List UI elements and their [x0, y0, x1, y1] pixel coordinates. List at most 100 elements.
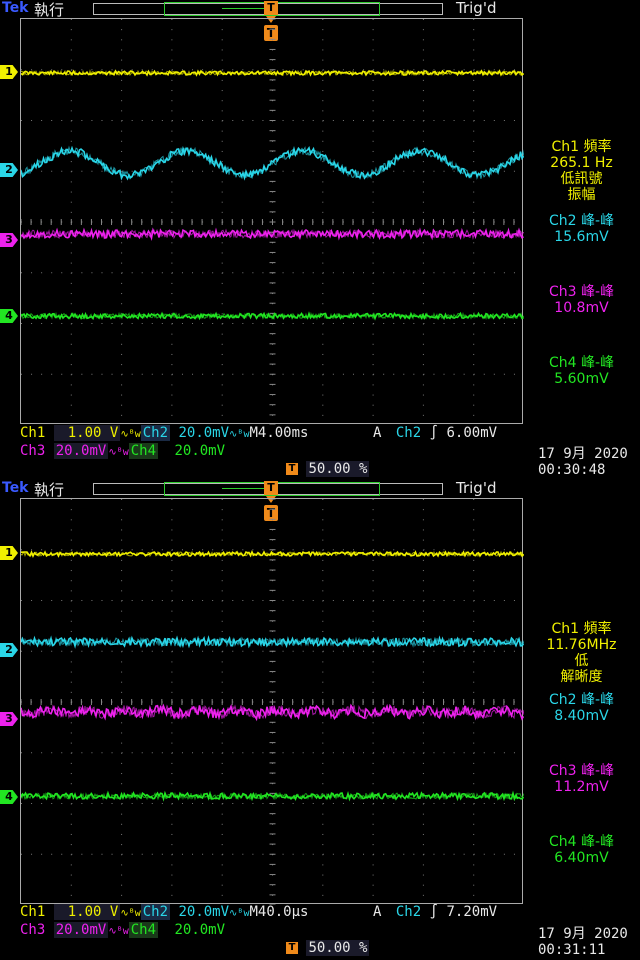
grid-dot: [473, 884, 475, 886]
grid-dot: [322, 509, 324, 511]
trigger-info: A Ch2 ∫ 6.00mV: [373, 425, 497, 443]
ch1-ground-marker[interactable]: 1: [0, 65, 18, 79]
grid-dot: [322, 404, 324, 406]
grid-dot: [221, 110, 223, 112]
trigger-level[interactable]: 6.00mV: [446, 425, 497, 441]
grid-dot: [393, 69, 395, 71]
grid-dot: [372, 79, 374, 81]
grid-dot: [141, 803, 143, 804]
grid-dot: [181, 69, 183, 71]
grid-dot: [252, 752, 254, 754]
top-status-bar: Tek 執行 T Trig'd: [0, 480, 640, 499]
grid-dot: [221, 620, 223, 622]
ch3-scale[interactable]: 20.0mV: [53, 922, 109, 938]
meas-ch3-value: 10.8mV: [554, 300, 609, 316]
grid-dot: [383, 323, 385, 324]
scope-screen-1: Tek 執行 T Trig'd T 1 2 3 4 Ch1 頻率 265.1 H…: [0, 0, 640, 480]
date-text: 17 9月 2020: [538, 926, 628, 942]
grid-dot: [312, 853, 314, 855]
grid-dot: [372, 773, 374, 775]
timebase[interactable]: M4.00ms: [249, 425, 308, 441]
ch4-scale[interactable]: 20.0mV: [174, 443, 225, 459]
meas-ch2-title: Ch2 峰-峰: [548, 692, 615, 708]
grid-dot: [312, 650, 314, 652]
grid-dot: [352, 853, 354, 855]
grid-dot: [422, 394, 424, 396]
grid-dot: [171, 404, 173, 406]
measurement-ch1-frequency: Ch1 頻率 265.1 Hz 低訊號 振幅: [523, 139, 640, 203]
status-row-2: Ch3 20.0mV ∿ᴮw Ch4 20.0mV: [20, 443, 225, 461]
ch4-scale[interactable]: 20.0mV: [174, 922, 225, 938]
grid-dot: [192, 170, 194, 172]
grid-dot: [221, 384, 223, 386]
measurement-ch3-pk-pk: Ch3 峰-峰 10.8mV: [523, 284, 640, 316]
trigger-position-value[interactable]: 50.00 %: [306, 940, 370, 956]
grid-dot: [111, 803, 113, 804]
trigger-mode: A: [373, 904, 382, 920]
grid-dot: [171, 49, 173, 51]
ch1-ground-marker[interactable]: 1: [0, 546, 18, 560]
grid-dot: [171, 884, 173, 886]
grid-dot: [242, 650, 244, 652]
grid-dot: [422, 742, 424, 744]
grid-dot: [282, 170, 284, 172]
grid-dot: [372, 620, 374, 622]
grid-dot: [322, 671, 324, 673]
grid-dot: [202, 69, 204, 71]
trigger-source[interactable]: Ch2: [396, 425, 421, 441]
ch3-ground-marker[interactable]: 3: [0, 712, 18, 726]
grid-dot: [111, 69, 113, 71]
grid-dot: [221, 313, 223, 315]
ch3-ground-marker[interactable]: 3: [0, 233, 18, 247]
ch2-ground-marker[interactable]: 2: [0, 643, 18, 657]
grid-dot: [192, 752, 194, 754]
ch4-ground-marker[interactable]: 4: [0, 309, 18, 323]
grid-dot: [91, 600, 93, 601]
grid-dot: [221, 79, 223, 81]
grid-dot: [422, 499, 424, 500]
grid-dot: [171, 170, 173, 172]
ch2-scale[interactable]: 20.0mV: [178, 904, 229, 920]
grid-dot: [121, 610, 123, 612]
trigger-source[interactable]: Ch2: [396, 904, 421, 920]
ch3-scale[interactable]: 20.0mV: [53, 443, 109, 459]
grid-dot: [383, 272, 385, 274]
grid-dot: [70, 181, 72, 183]
ch2-scale[interactable]: 20.0mV: [178, 425, 229, 441]
grid-dot: [322, 570, 324, 572]
trigger-position-value[interactable]: 50.00 %: [306, 461, 370, 477]
grid-dot: [422, 140, 424, 142]
grid-dot: [252, 803, 254, 804]
grid-dot: [171, 499, 173, 500]
grid-dot: [71, 272, 73, 274]
grid-dot: [473, 110, 475, 112]
grid-dot: [342, 272, 344, 274]
grid-dot: [473, 282, 475, 284]
grid-dot: [473, 29, 475, 31]
grid-dot: [221, 414, 223, 416]
trigger-level[interactable]: 7.20mV: [446, 904, 497, 920]
grid-dot: [422, 211, 424, 213]
ch1-scale[interactable]: 1.00 V: [53, 425, 121, 441]
grid-dot: [373, 650, 375, 652]
grid-dot: [121, 590, 123, 592]
grid-dot: [422, 610, 424, 612]
grid-dot: [51, 170, 53, 172]
ch1-scale[interactable]: 1.00 V: [53, 904, 121, 920]
grid-dot: [221, 844, 223, 846]
grid-dot: [453, 600, 455, 601]
grid-dot: [181, 803, 183, 804]
grid-dot: [202, 650, 204, 652]
ch4-ground-marker[interactable]: 4: [0, 790, 18, 804]
timebase[interactable]: M40.0µs: [249, 904, 308, 920]
grid-dot: [171, 691, 173, 693]
grid-dot: [513, 650, 515, 652]
grid-dot: [131, 549, 133, 551]
grid-dot: [161, 69, 163, 71]
grid-dot: [221, 333, 223, 335]
grid-dot: [423, 272, 425, 274]
ch2-ground-marker[interactable]: 2: [0, 163, 18, 177]
grid-dot: [101, 373, 103, 375]
grid-dot: [121, 49, 123, 51]
grid-dot: [473, 120, 475, 121]
